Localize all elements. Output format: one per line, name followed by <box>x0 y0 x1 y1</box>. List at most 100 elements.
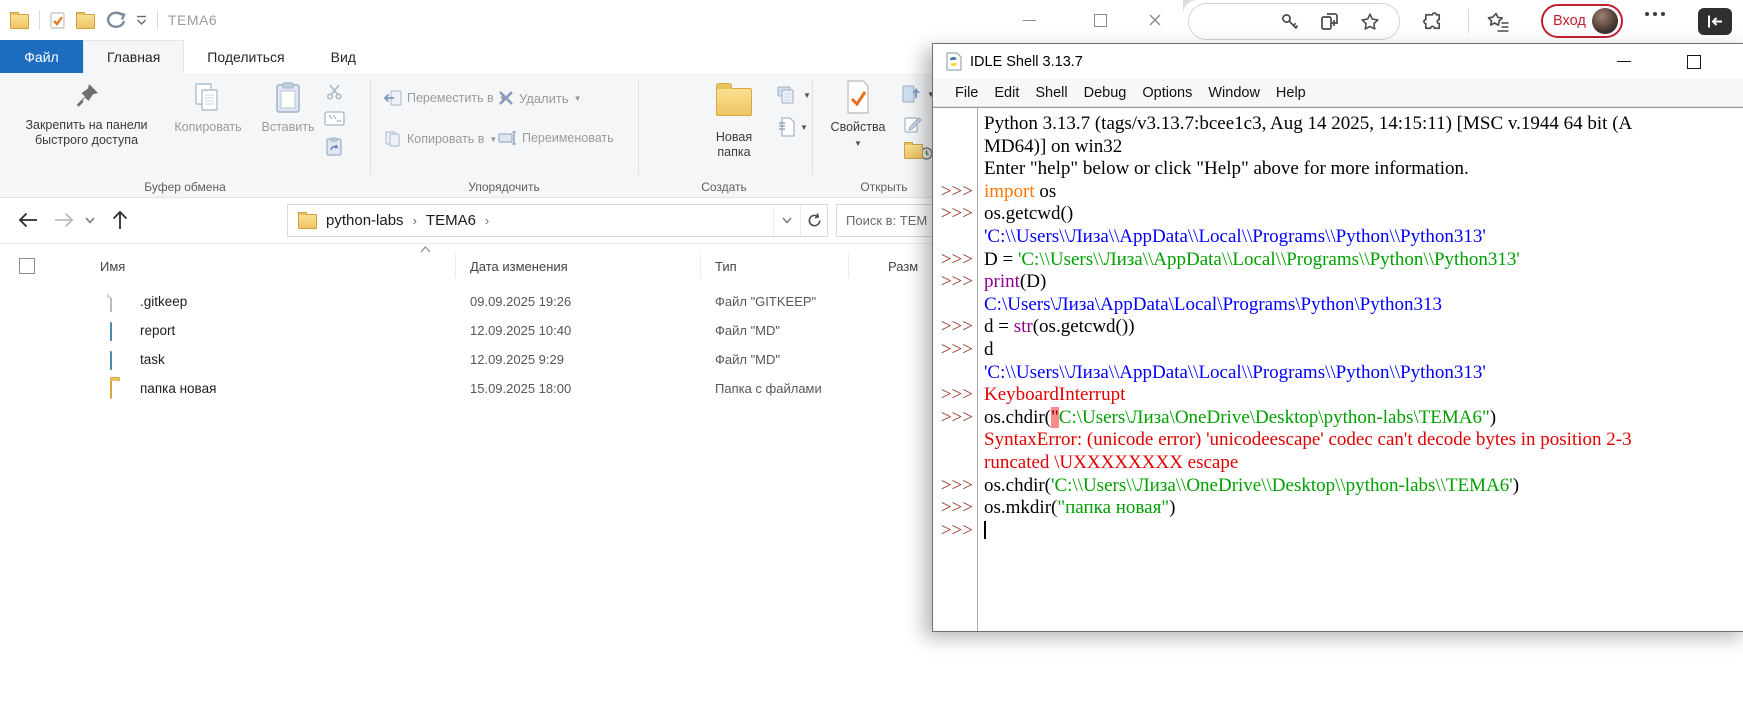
token-plain: os.mkdir( <box>984 497 1057 518</box>
shell-line: 'C:\\Users\\Лиза\\AppData\\Local\\Progra… <box>984 226 1743 249</box>
prompt <box>933 362 973 385</box>
token-plain: d <box>984 339 994 360</box>
token-str: 'C:\\Users\\Лиза\\AppData\\Local\\Progra… <box>1018 249 1520 270</box>
move-to-button[interactable]: Переместить в▼ <box>384 90 507 106</box>
tab-Главная[interactable]: Главная <box>83 40 184 73</box>
toolbar-divider <box>1468 9 1469 33</box>
forward-button[interactable] <box>50 206 78 234</box>
shell-line: Enter "help" below or click "Help" above… <box>984 158 1743 181</box>
redo-arrow-icon[interactable] <box>105 11 126 29</box>
recent-locations-chevron-icon[interactable] <box>80 206 100 234</box>
token-plain: os <box>1035 181 1057 202</box>
column-divider[interactable] <box>700 254 701 278</box>
column-header[interactable]: Разм <box>888 259 918 274</box>
folder-icon <box>110 381 112 399</box>
up-button[interactable] <box>106 206 134 234</box>
file-type: Файл "MD" <box>715 323 780 338</box>
copy-button[interactable]: Копировать <box>163 80 253 135</box>
properties-check-icon[interactable] <box>50 12 66 29</box>
signin-label: Вход <box>1553 13 1586 29</box>
shell-line: runcated \UXXXXXXXX escape <box>984 452 1743 475</box>
address-bar-end <box>1188 3 1400 40</box>
properties-button[interactable]: Свойства▼ <box>822 80 894 151</box>
paste-shortcut-button[interactable] <box>326 137 342 156</box>
copy-path-button[interactable] <box>324 111 345 126</box>
menu-debug[interactable]: Debug <box>1076 85 1135 101</box>
shell-line: D = 'C:\\Users\\Лиза\\AppData\\Local\\Pr… <box>984 249 1743 272</box>
shell-line: os.chdir("C:\Users\Лиза\OneDrive\Desktop… <box>984 407 1743 430</box>
column-header[interactable]: Дата изменения <box>470 259 568 274</box>
more-menu-icon[interactable] <box>1645 12 1665 16</box>
folder-icon[interactable] <box>76 14 95 29</box>
menu-edit[interactable]: Edit <box>986 85 1027 101</box>
prompt-gutter: >>>>>>>>>>>>>>>>>>>>>>>>>>>>>>>>> <box>933 113 973 542</box>
menu-window[interactable]: Window <box>1200 85 1268 101</box>
copy-label: Копировать <box>163 120 253 135</box>
token-plain: ) <box>1490 407 1496 428</box>
shell-line: C:\Users\Лиза\AppData\Local\Programs\Pyt… <box>984 294 1743 317</box>
token-str: 'C:\\Users\\Лиза\\OneDrive\\Desktop\\pyt… <box>1051 475 1513 496</box>
idle-window-title: IDLE Shell 3.13.7 <box>970 54 1083 70</box>
explorer-minimize-button[interactable] <box>1006 0 1052 40</box>
tab-Поделиться[interactable]: Поделиться <box>184 40 307 73</box>
gutter-divider <box>977 108 978 631</box>
idle-minimize-button[interactable] <box>1601 44 1647 79</box>
tab-Файл[interactable]: Файл <box>0 40 83 73</box>
folder-icon[interactable] <box>10 14 29 29</box>
new-item-button[interactable]: ▼ <box>778 117 808 137</box>
file-icon <box>110 294 112 312</box>
idle-shell[interactable]: >>>>>>>>>>>>>>>>>>>>>>>>>>>>>>>>> Python… <box>933 107 1743 631</box>
collections-icon[interactable] <box>1317 9 1343 35</box>
breadcrumb-chevron-icon[interactable]: › <box>485 213 489 228</box>
breadcrumb-item[interactable]: TEMA6 <box>426 212 476 229</box>
extensions-puzzle-icon[interactable] <box>1419 9 1445 35</box>
menu-options[interactable]: Options <box>1134 85 1200 101</box>
group-divider <box>812 80 813 175</box>
pin-label2: быстрого доступа <box>35 133 138 147</box>
column-header[interactable]: Имя <box>100 259 125 274</box>
menu-shell[interactable]: Shell <box>1027 85 1075 101</box>
explorer-close-button[interactable] <box>1132 0 1178 40</box>
refresh-icon[interactable] <box>800 205 827 236</box>
paste-button[interactable]: Вставить <box>255 80 321 135</box>
delete-button[interactable]: Удалить▼ <box>498 90 582 106</box>
md-icon <box>110 352 112 370</box>
back-button[interactable] <box>14 206 42 234</box>
breadcrumb-chevron-icon[interactable]: › <box>413 213 417 228</box>
column-divider[interactable] <box>455 254 456 278</box>
tab-Вид[interactable]: Вид <box>308 40 379 73</box>
favorites-star-icon[interactable] <box>1357 9 1383 35</box>
menu-file[interactable]: File <box>947 85 986 101</box>
cut-button[interactable] <box>326 83 343 100</box>
signin-button[interactable]: Вход <box>1541 4 1623 38</box>
quick-access-toolbar: TEMA6 <box>10 6 217 34</box>
pin-quick-access-button[interactable]: Закрепить на панели быстрого доступа <box>20 80 153 148</box>
edit-button[interactable] <box>904 115 922 133</box>
sidebar-toggle-icon[interactable] <box>1698 8 1732 35</box>
favorites-hub-icon[interactable] <box>1486 9 1512 35</box>
password-key-icon[interactable] <box>1277 9 1303 35</box>
breadcrumb-item[interactable]: python-labs <box>326 212 404 229</box>
address-bar[interactable]: python-labs › TEMA6 › <box>287 204 828 237</box>
idle-window: IDLE Shell 3.13.7 FileEditShellDebugOpti… <box>932 43 1743 632</box>
idle-maximize-button[interactable] <box>1671 44 1717 79</box>
shell-line: d = str(os.getcwd()) <box>984 316 1743 339</box>
new-folder-label2: папка <box>717 145 750 159</box>
prompt <box>933 136 973 159</box>
menu-help[interactable]: Help <box>1268 85 1314 101</box>
easy-access-button[interactable]: ▼ <box>776 85 811 105</box>
new-folder-button[interactable]: Новая папка <box>698 80 770 160</box>
open-button[interactable]: ▼ <box>902 85 935 103</box>
file-name: .gitkeep <box>140 294 187 309</box>
column-header[interactable]: Тип <box>715 259 737 274</box>
copy-to-button[interactable]: Копировать в▼ <box>384 131 497 147</box>
column-divider[interactable] <box>848 254 849 278</box>
customize-qat-chevron-icon[interactable] <box>136 15 147 25</box>
history-button[interactable] <box>904 141 933 160</box>
rename-button[interactable]: Переименовать <box>498 131 614 145</box>
explorer-maximize-button[interactable] <box>1077 0 1123 40</box>
ribbon-group-label: Создать <box>701 180 747 194</box>
select-all-checkbox[interactable] <box>19 258 35 274</box>
address-dropdown-chevron-icon[interactable] <box>773 205 800 236</box>
prompt: >>> <box>933 520 973 543</box>
